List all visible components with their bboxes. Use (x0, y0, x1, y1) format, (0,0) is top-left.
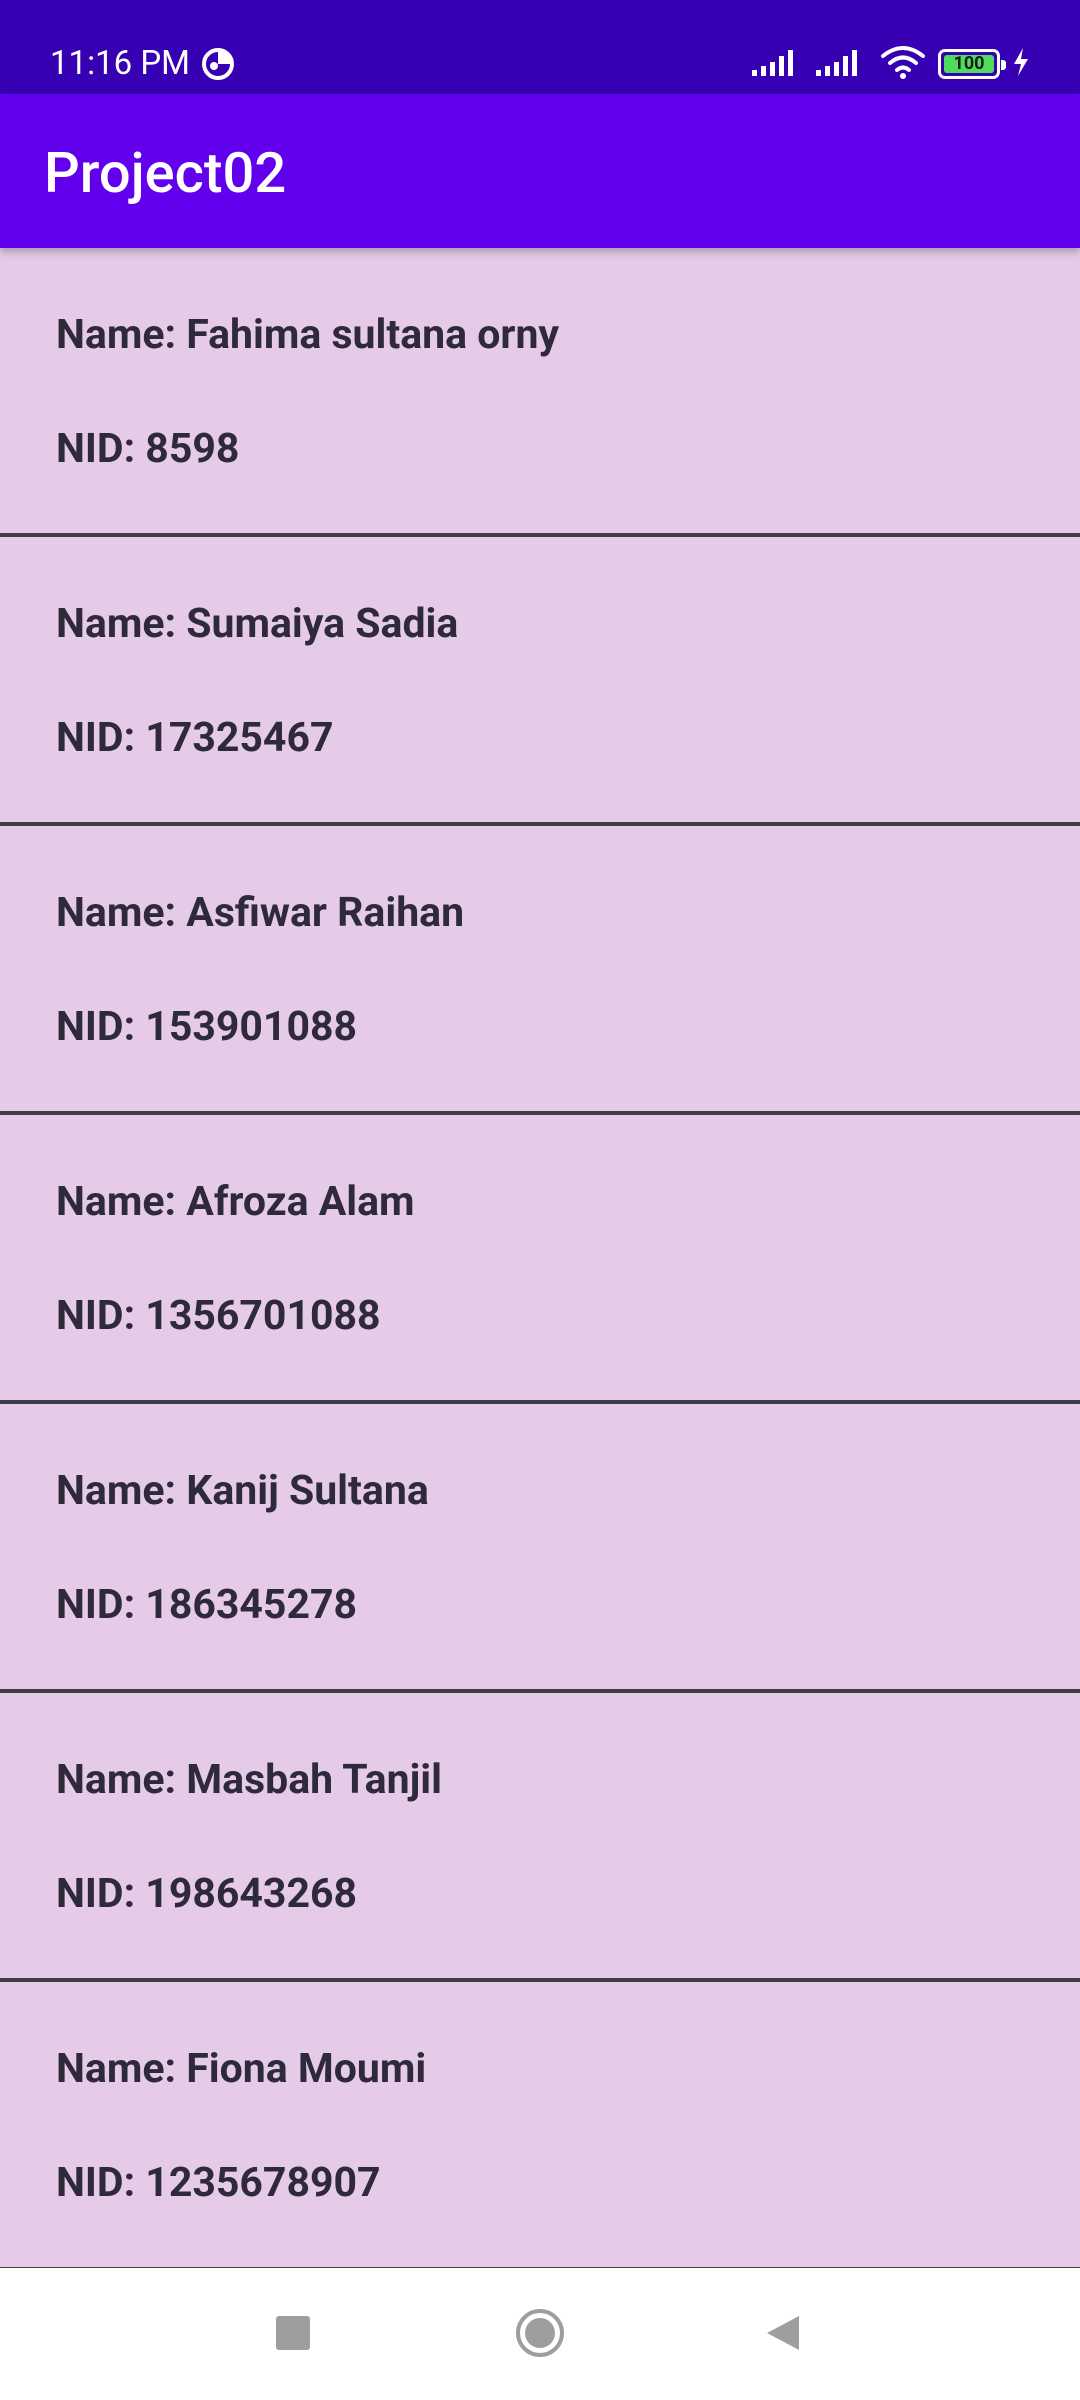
list-item[interactable]: Name: Kanij Sultana NID: 186345278 (0, 1404, 1080, 1693)
status-icons: 100 (752, 44, 1030, 84)
item-nid: NID: 8598 (56, 425, 240, 473)
status-time: 11:16 PM (50, 44, 190, 83)
item-nid: NID: 186345278 (56, 1581, 358, 1629)
charging-icon (1012, 47, 1030, 81)
navigation-bar (0, 2268, 1080, 2400)
item-nid: NID: 17325467 (56, 714, 334, 762)
data-saver-icon (200, 46, 236, 82)
list-item[interactable]: Name: Masbah Tanjil NID: 198643268 (0, 1693, 1080, 1982)
item-nid: NID: 153901088 (56, 1003, 358, 1051)
battery-level: 100 (944, 55, 994, 73)
status-bar: 11:16 PM 100 (0, 0, 1080, 94)
item-name: Name: Asfiwar Raihan (56, 889, 465, 937)
wifi-icon (880, 44, 926, 84)
recents-icon[interactable] (253, 2298, 333, 2368)
item-name: Name: Kanij Sultana (56, 1467, 429, 1515)
item-name: Name: Masbah Tanjil (56, 1756, 442, 1804)
list-item[interactable]: Name: Fiona Moumi NID: 1235678907 (0, 1982, 1080, 2268)
app-title: Project02 (44, 140, 287, 206)
back-icon[interactable] (743, 2298, 823, 2368)
item-name: Name: Fahima sultana orny (56, 311, 560, 359)
item-nid: NID: 1356701088 (56, 1292, 381, 1340)
list-item[interactable]: Name: Fahima sultana orny NID: 8598 (0, 248, 1080, 537)
app-bar: Project02 (0, 94, 1080, 248)
signal-icon (816, 46, 868, 82)
signal-icon (752, 46, 804, 82)
item-nid: NID: 198643268 (56, 1870, 358, 1918)
item-name: Name: Afroza Alam (56, 1178, 415, 1226)
home-icon[interactable] (500, 2298, 580, 2368)
item-name: Name: Sumaiya Sadia (56, 600, 459, 648)
list-item[interactable]: Name: Asfiwar Raihan NID: 153901088 (0, 826, 1080, 1115)
person-list[interactable]: Name: Fahima sultana orny NID: 8598 Name… (0, 248, 1080, 2268)
item-nid: NID: 1235678907 (56, 2159, 381, 2207)
battery-icon: 100 (938, 49, 1006, 79)
list-item[interactable]: Name: Sumaiya Sadia NID: 17325467 (0, 537, 1080, 826)
list-item[interactable]: Name: Afroza Alam NID: 1356701088 (0, 1115, 1080, 1404)
item-name: Name: Fiona Moumi (56, 2045, 427, 2093)
